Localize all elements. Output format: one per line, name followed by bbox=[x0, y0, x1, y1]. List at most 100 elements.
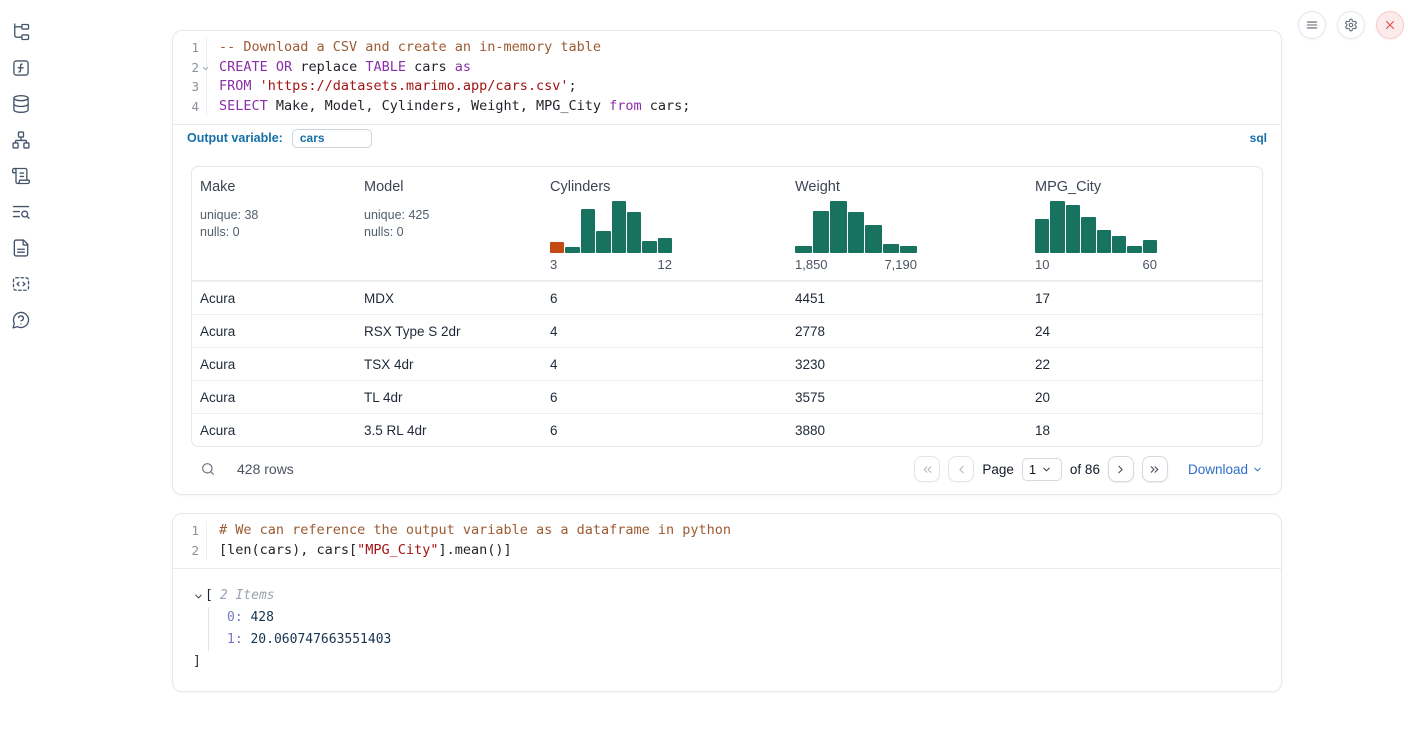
previous-page-button[interactable] bbox=[948, 456, 974, 482]
code-line: 1 -- Download a CSV and create an in-memo… bbox=[173, 38, 1281, 58]
histogram-bar[interactable] bbox=[1050, 201, 1064, 253]
code-line: 3FROM 'https://datasets.marimo.app/cars.… bbox=[173, 77, 1281, 97]
file-tree-icon[interactable] bbox=[11, 22, 31, 42]
line-number: 2 bbox=[173, 541, 207, 561]
histogram-bar[interactable] bbox=[813, 211, 830, 253]
column-header-make[interactable]: Make unique: 38 nulls: 0 bbox=[192, 179, 356, 272]
help-icon[interactable] bbox=[11, 310, 31, 330]
histogram-bar[interactable] bbox=[865, 225, 882, 253]
database-icon[interactable] bbox=[11, 94, 31, 114]
histogram-bar[interactable] bbox=[1112, 236, 1126, 253]
hist-max-label: 60 bbox=[1143, 257, 1157, 272]
page-label: Page bbox=[982, 462, 1014, 477]
sql-cell: 1 -- Download a CSV and create an in-memo… bbox=[172, 30, 1282, 495]
sql-code-editor[interactable]: 1 -- Download a CSV and create an in-memo… bbox=[173, 31, 1281, 124]
table-row[interactable]: Acura TL 4dr 6 3575 20 bbox=[192, 380, 1262, 413]
column-header-cylinders[interactable]: Cylinders 3 12 bbox=[542, 179, 787, 272]
histogram-bar[interactable] bbox=[795, 246, 812, 253]
tree-body: 0: 428 1: 20.060747663551403 bbox=[208, 607, 1263, 651]
hist-min-label: 1,850 bbox=[795, 257, 828, 272]
output-variable-input[interactable] bbox=[292, 129, 372, 148]
python-cell: 1 # We can reference the output variable … bbox=[172, 513, 1282, 692]
histogram-bar[interactable] bbox=[883, 244, 900, 253]
histogram-bar[interactable] bbox=[1127, 246, 1141, 253]
hist-max-label: 12 bbox=[658, 257, 672, 272]
histogram-bar[interactable] bbox=[900, 246, 917, 253]
histogram-bar[interactable] bbox=[565, 247, 579, 253]
tree-entry: 1: 20.060747663551403 bbox=[227, 629, 1263, 651]
function-icon[interactable] bbox=[11, 58, 31, 78]
line-number: 2 bbox=[173, 58, 207, 78]
document-icon[interactable] bbox=[11, 238, 31, 258]
python-code-editor[interactable]: 1 # We can reference the output variable … bbox=[173, 514, 1281, 568]
histogram-bar[interactable] bbox=[642, 241, 656, 253]
histogram-bar[interactable] bbox=[830, 201, 847, 253]
table-footer: 428 rows Page 1 of 86 bbox=[191, 456, 1263, 482]
table-row[interactable]: Acura 3.5 RL 4dr 6 3880 18 bbox=[192, 413, 1262, 446]
row-count: 428 rows bbox=[237, 461, 294, 477]
logs-search-icon[interactable] bbox=[11, 202, 31, 222]
sql-comment: -- Download a CSV and create an in-memor… bbox=[219, 38, 601, 58]
histogram-bar[interactable] bbox=[1143, 240, 1157, 253]
notebook: 1 -- Download a CSV and create an in-memo… bbox=[172, 30, 1282, 692]
gear-icon[interactable] bbox=[1337, 11, 1365, 39]
column-header-mpg-city[interactable]: MPG_City 10 60 bbox=[1027, 179, 1262, 272]
items-count-label: 2 Items bbox=[220, 585, 275, 607]
dependency-graph-icon[interactable] bbox=[11, 130, 31, 150]
column-header-weight[interactable]: Weight 1,850 7,190 bbox=[787, 179, 1027, 272]
column-stats: unique: 38 nulls: 0 bbox=[200, 207, 348, 241]
histogram-bar[interactable] bbox=[596, 231, 610, 253]
fold-chevron-icon[interactable] bbox=[201, 64, 210, 73]
table-row[interactable]: Acura RSX Type S 2dr 4 2778 24 bbox=[192, 314, 1262, 347]
table-header: Make unique: 38 nulls: 0 Model unique: 4… bbox=[192, 167, 1262, 281]
first-page-button[interactable] bbox=[914, 456, 940, 482]
column-header-model[interactable]: Model unique: 425 nulls: 0 bbox=[356, 179, 542, 272]
histogram-bar[interactable] bbox=[1081, 217, 1095, 253]
language-badge[interactable]: sql bbox=[1250, 131, 1267, 145]
histogram-bar[interactable] bbox=[1066, 205, 1080, 253]
line-number: 1 bbox=[173, 521, 207, 541]
column-stats: unique: 425 nulls: 0 bbox=[364, 207, 534, 241]
search-icon[interactable] bbox=[200, 461, 216, 477]
tree-entry: 0: 428 bbox=[227, 607, 1263, 629]
pagination: Page 1 of 86 Download bbox=[914, 456, 1263, 482]
histogram-bar[interactable] bbox=[550, 242, 564, 253]
histogram-bar[interactable] bbox=[612, 201, 626, 253]
histogram-bar[interactable] bbox=[848, 212, 865, 253]
histogram-bar[interactable] bbox=[581, 209, 595, 253]
download-button[interactable]: Download bbox=[1188, 462, 1263, 477]
last-page-button[interactable] bbox=[1142, 456, 1168, 482]
table-row[interactable]: Acura MDX 6 4451 17 bbox=[192, 281, 1262, 314]
hist-max-label: 7,190 bbox=[884, 257, 917, 272]
line-number: 3 bbox=[173, 77, 207, 97]
code-line: 4SELECT Make, Model, Cylinders, Weight, … bbox=[173, 97, 1281, 117]
histogram-cylinders: 3 12 bbox=[550, 198, 672, 272]
hist-min-label: 3 bbox=[550, 257, 557, 272]
scroll-icon[interactable] bbox=[11, 166, 31, 186]
histogram-bar[interactable] bbox=[658, 238, 672, 253]
histogram-bar[interactable] bbox=[1097, 230, 1111, 253]
output-variable-label: Output variable: bbox=[187, 131, 283, 145]
histogram-bar[interactable] bbox=[1035, 219, 1049, 253]
close-icon[interactable] bbox=[1376, 11, 1404, 39]
page-select[interactable]: 1 bbox=[1022, 458, 1062, 481]
histogram-weight: 1,850 7,190 bbox=[795, 198, 917, 272]
sidebar bbox=[0, 0, 42, 330]
table-row[interactable]: Acura TSX 4dr 4 3230 22 bbox=[192, 347, 1262, 380]
hist-min-label: 10 bbox=[1035, 257, 1049, 272]
python-comment: # We can reference the output variable a… bbox=[219, 521, 731, 541]
line-number: 1 bbox=[173, 38, 207, 58]
menu-icon[interactable] bbox=[1298, 11, 1326, 39]
snippets-icon[interactable] bbox=[11, 274, 31, 294]
page-total: of 86 bbox=[1070, 462, 1100, 477]
code-line: 2[len(cars), cars["MPG_City"].mean()] bbox=[173, 541, 1281, 561]
line-number: 4 bbox=[173, 97, 207, 117]
code-line: 1 # We can reference the output variable … bbox=[173, 521, 1281, 541]
next-page-button[interactable] bbox=[1108, 456, 1134, 482]
histogram-bar[interactable] bbox=[627, 212, 641, 253]
output-variable-row: Output variable: sql bbox=[173, 124, 1281, 151]
sql-output: Make unique: 38 nulls: 0 Model unique: 4… bbox=[173, 151, 1281, 494]
python-output-tree: [ 2 Items 0: 428 1: 20.060747663551403 ] bbox=[173, 569, 1281, 691]
collapse-chevron-icon[interactable] bbox=[193, 591, 204, 602]
tree-root: [ 2 Items bbox=[193, 585, 1263, 607]
